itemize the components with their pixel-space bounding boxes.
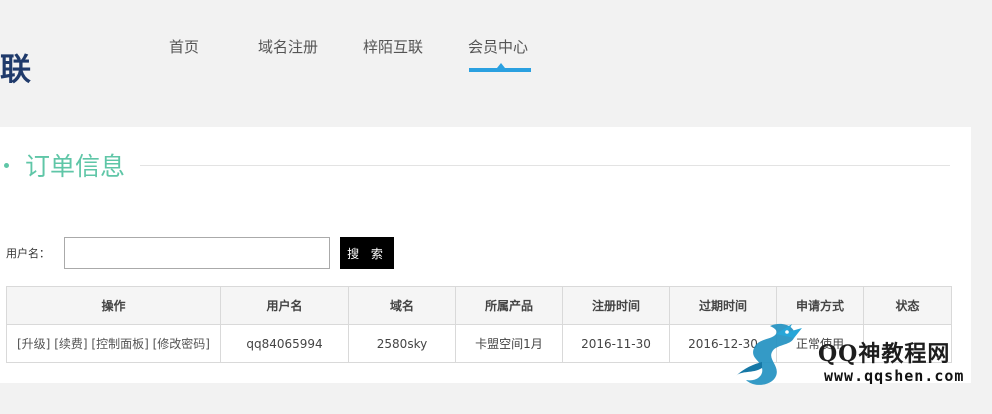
bullet-icon	[4, 162, 9, 168]
domain-cell: 2580sky	[348, 324, 456, 363]
nav-item-member-center[interactable]: 会员中心	[468, 36, 528, 57]
nav-item-home[interactable]: 首页	[169, 36, 199, 57]
column-header-actions: 操作	[6, 286, 221, 325]
nav-item-zimo[interactable]: 梓陌互联	[363, 36, 423, 57]
username-label: 用户名：	[6, 247, 50, 260]
dragon-logo-icon	[736, 323, 802, 385]
actions-cell: [升级] [续费] [控制面板] [修改密码]	[6, 324, 221, 363]
nav-item-domain-register[interactable]: 域名注册	[258, 36, 318, 57]
column-header-username: 用户名	[220, 286, 349, 325]
column-header-reg-date: 注册时间	[562, 286, 670, 325]
upgrade-link[interactable]: [升级]	[17, 337, 50, 351]
section-header: 订单信息	[4, 147, 125, 183]
renew-link[interactable]: [续费]	[54, 337, 87, 351]
control-panel-link[interactable]: [控制面板]	[91, 337, 148, 351]
column-header-domain: 域名	[348, 286, 456, 325]
watermark-url: www.qqshen.com	[824, 367, 965, 385]
change-password-link[interactable]: [修改密码]	[153, 337, 210, 351]
username-cell: qq84065994	[220, 324, 349, 363]
site-watermark: QQ神教程网 www.qqshen.com	[732, 318, 982, 394]
reg-date-cell: 2016-11-30	[562, 324, 670, 363]
watermark-title: QQ神教程网	[818, 341, 951, 367]
nav-active-indicator	[469, 68, 531, 72]
main-nav: 首页 域名注册 梓陌互联 会员中心	[0, 0, 992, 90]
section-title: 订单信息	[25, 152, 126, 181]
column-header-product: 所属产品	[455, 286, 563, 325]
section-divider	[140, 165, 950, 166]
page-root: 联 首页 域名注册 梓陌互联 会员中心 订单信息 用户名： 搜 索 操作 用户名…	[0, 0, 992, 414]
product-cell: 卡盟空间1月	[455, 324, 563, 363]
username-search-input[interactable]	[64, 237, 330, 269]
search-button[interactable]: 搜 索	[340, 237, 394, 269]
search-bar: 用户名： 搜 索	[6, 237, 406, 269]
